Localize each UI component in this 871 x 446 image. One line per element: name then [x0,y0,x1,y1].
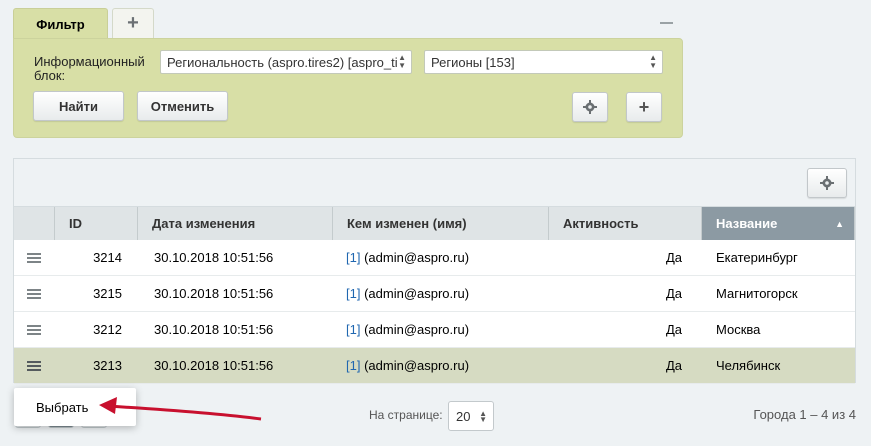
user-link[interactable]: [1] [346,286,360,301]
gear-icon [583,100,597,114]
sort-asc-icon: ▲ [835,218,844,229]
user-email: (admin@aspro.ru) [360,358,470,373]
header-actions [14,207,55,240]
header-name-label: Название [716,216,778,231]
menu-item-select[interactable]: Выбрать [36,400,88,415]
row-menu-icon[interactable] [14,360,54,371]
annotation-arrow-icon [99,397,262,421]
header-date[interactable]: Дата изменения [138,207,333,240]
cell-user: [1] (admin@aspro.ru) [331,250,546,265]
cell-name: Москва [716,322,761,337]
cell-date: 30.10.2018 10:51:56 [154,250,274,265]
cell-user: [1] (admin@aspro.ru) [331,322,546,337]
cell-date: 30.10.2018 10:51:56 [154,286,274,301]
user-link[interactable]: [1] [346,250,360,265]
grid-toolbar [14,159,855,207]
per-page-select[interactable]: 20 ▲ ▼ [448,401,494,431]
row-menu-icon[interactable] [14,324,54,335]
select-arrows-icon: ▲ ▼ [649,53,657,70]
cell-date: 30.10.2018 10:51:56 [154,358,274,373]
cell-id: 3212 [93,322,122,337]
header-name[interactable]: Название ▲ [702,207,855,240]
section-select[interactable]: Регионы [153] ▲ ▼ [424,50,663,74]
user-email: (admin@aspro.ru) [360,250,470,265]
header-user[interactable]: Кем изменен (имя) [333,207,549,240]
row-menu-icon[interactable] [14,288,54,299]
gear-icon [820,176,834,190]
cell-user: [1] (admin@aspro.ru) [331,358,546,373]
cell-name: Магнитогорск [716,286,798,301]
total-count: Города 1 – 4 из 4 [753,407,856,422]
add-filter-tab-button[interactable]: + [112,8,154,38]
cell-active: Да [665,250,682,265]
user-link[interactable]: [1] [346,358,360,373]
section-select-value: Регионы [153] [431,55,515,70]
user-link[interactable]: [1] [346,322,360,337]
filter-settings-button[interactable] [572,92,608,122]
table-row[interactable]: 3212 30.10.2018 10:51:56 [1] (admin@aspr… [14,312,855,348]
cell-active: Да [665,358,682,373]
cell-id: 3215 [93,286,122,301]
find-button[interactable]: Найти [33,91,124,121]
table-row[interactable]: 3214 30.10.2018 10:51:56 [1] (admin@aspr… [14,240,855,276]
cell-id: 3213 [93,358,122,373]
cell-user: [1] (admin@aspro.ru) [331,286,546,301]
iblock-select-value: Региональность (aspro.tires2) [aspro_ti [167,55,398,70]
cell-name: Екатеринбург [716,250,798,265]
header-active[interactable]: Активность [549,207,702,240]
cell-active: Да [665,286,682,301]
cell-id: 3214 [93,250,122,265]
grid-header: ID Дата изменения Кем изменен (имя) Акти… [14,207,855,240]
select-arrows-icon: ▲ ▼ [398,53,406,70]
per-page-value: 20 [456,409,471,424]
table-row-selected[interactable]: 3213 30.10.2018 10:51:56 [1] (admin@aspr… [14,348,855,384]
cell-name: Челябинск [716,358,781,373]
user-email: (admin@aspro.ru) [360,322,470,337]
user-email: (admin@aspro.ru) [360,286,470,301]
cell-active: Да [665,322,682,337]
header-id[interactable]: ID [55,207,138,240]
row-menu-icon[interactable] [14,252,54,263]
select-arrows-icon: ▲ ▼ [479,409,487,424]
per-page-label: На странице: [369,408,443,422]
iblock-select[interactable]: Региональность (aspro.tires2) [aspro_ti … [160,50,412,74]
cell-date: 30.10.2018 10:51:56 [154,322,274,337]
iblock-label: Информационный блок: [34,54,145,83]
tab-filter[interactable]: Фильтр [13,8,108,40]
list-grid: ID Дата изменения Кем изменен (имя) Акти… [13,158,856,384]
grid-settings-button[interactable] [807,168,847,198]
table-row[interactable]: 3215 30.10.2018 10:51:56 [1] (admin@aspr… [14,276,855,312]
minimize-icon[interactable] [660,22,673,24]
filter-panel: Информационный блок: Региональность (asp… [13,38,683,138]
add-filter-button[interactable]: + [626,92,662,122]
cancel-button[interactable]: Отменить [137,91,228,121]
